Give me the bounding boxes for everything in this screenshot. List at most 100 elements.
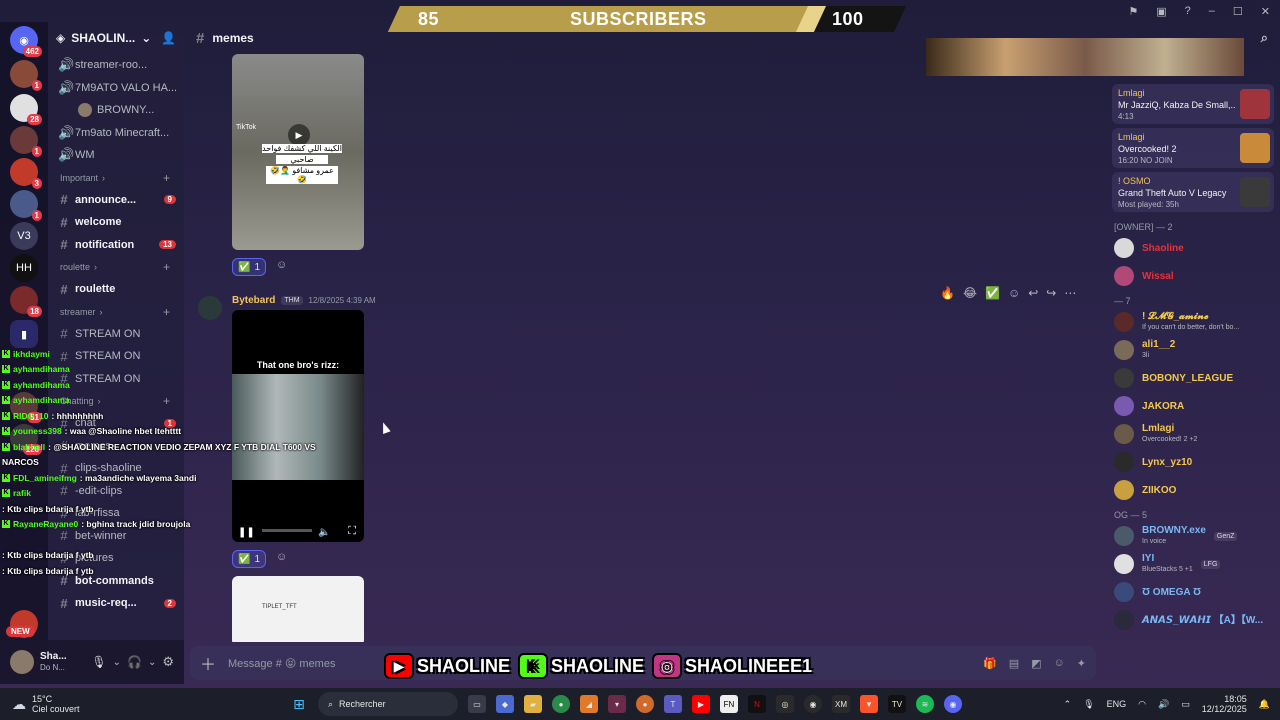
video-attachment[interactable]: TikTok ▶ الكينة اللي كشفك فواحد صاحبي عم… bbox=[232, 54, 364, 250]
server-icon[interactable]: 18 bbox=[10, 286, 42, 317]
mic-icon[interactable]: 🎙 bbox=[1083, 699, 1094, 710]
apps-icon[interactable]: ✦ bbox=[1077, 657, 1086, 670]
chevron-down-icon[interactable]: ⌄ bbox=[141, 31, 151, 45]
help-icon[interactable]: ? bbox=[1185, 5, 1191, 17]
text-channel[interactable]: # notification 13 bbox=[48, 234, 184, 257]
avatar[interactable] bbox=[198, 296, 222, 320]
taskbar-search[interactable]: ⌕ Rechercher bbox=[318, 692, 458, 716]
fn-icon[interactable]: FN bbox=[720, 695, 738, 713]
member-item[interactable]: Wissal bbox=[1106, 262, 1280, 290]
gear-icon[interactable]: ⚙ bbox=[162, 654, 174, 670]
gif-icon[interactable]: ▤ bbox=[1009, 657, 1019, 670]
add-channel-icon[interactable]: + bbox=[163, 171, 170, 185]
file-explorer-icon[interactable]: ▰ bbox=[524, 695, 542, 713]
chevron-down-icon[interactable]: ⌄ bbox=[148, 657, 156, 668]
add-member-icon[interactable]: 👤 bbox=[161, 31, 176, 45]
maximize-icon[interactable]: ☐ bbox=[1233, 5, 1243, 18]
flag-icon[interactable]: ⚑ bbox=[1128, 5, 1138, 18]
member-item[interactable]: IYI BlueStacks 5 +1 LFG bbox=[1106, 550, 1280, 578]
discord-icon[interactable]: ◉ bbox=[944, 695, 962, 713]
app-icon[interactable]: ▾ bbox=[608, 695, 626, 713]
copilot-icon[interactable]: ◆ bbox=[496, 695, 514, 713]
battery-icon[interactable]: ▭ bbox=[1181, 699, 1190, 710]
member-item[interactable]: ali1__2 3li bbox=[1106, 336, 1280, 364]
add-reaction-icon[interactable]: ☺ bbox=[1008, 286, 1020, 300]
member-item[interactable]: JAKORA bbox=[1106, 392, 1280, 420]
weather-widget[interactable]: ☁ 15°C Ciel couvert bbox=[0, 694, 260, 714]
teams-icon[interactable]: T bbox=[664, 695, 682, 713]
avatar[interactable] bbox=[10, 650, 34, 674]
author-name[interactable]: Bytebard bbox=[232, 295, 275, 306]
member-item[interactable]: Shaoline bbox=[1106, 234, 1280, 262]
fullscreen-icon[interactable]: ⛶ bbox=[348, 525, 356, 538]
server-icon[interactable]: 1 bbox=[10, 60, 42, 91]
server-icon[interactable]: 28 bbox=[10, 94, 42, 125]
app-icon[interactable]: ◎ bbox=[776, 695, 794, 713]
server-icon-v3[interactable]: V3 bbox=[10, 222, 38, 250]
text-channel[interactable]: # music-req... 2 bbox=[48, 592, 184, 615]
discord-home-icon[interactable]: ◉ 462 bbox=[10, 26, 42, 57]
activity-card[interactable]: ! OSMO Grand Theft Auto V Legacy Most play… bbox=[1112, 172, 1274, 212]
server-icon-hh[interactable]: HH bbox=[10, 254, 38, 282]
member-item[interactable]: Lynx_yz10 bbox=[1106, 448, 1280, 476]
youtube-icon[interactable]: ▶ bbox=[692, 695, 710, 713]
activity-card[interactable]: Lmlagi Mr JazziQ, Kabza De Small,... 4:13 bbox=[1112, 84, 1274, 124]
more-icon[interactable]: ⋯ bbox=[1064, 286, 1076, 300]
minimize-icon[interactable]: – bbox=[1209, 5, 1215, 17]
member-item[interactable]: ! 𝓛𝓜𝓖_𝓪𝓶𝓲𝓷𝓮 If you can't do better, don't… bbox=[1106, 308, 1280, 336]
chevron-up-icon[interactable]: ⌃ bbox=[1064, 699, 1072, 710]
reply-icon[interactable]: ↩ bbox=[1028, 286, 1038, 300]
quick-reaction-laugh[interactable]: 😂 bbox=[963, 286, 977, 300]
app-icon[interactable]: ● bbox=[636, 695, 654, 713]
add-reaction-icon[interactable]: ☺ bbox=[276, 259, 287, 271]
forward-icon[interactable]: ↪ bbox=[1046, 286, 1056, 300]
mic-icon[interactable]: 🎙 bbox=[91, 655, 106, 669]
reaction-check[interactable]: ✅ 1 bbox=[232, 258, 267, 276]
quick-reaction-check[interactable]: ✅ bbox=[985, 286, 1000, 300]
wifi-icon[interactable]: ◠ bbox=[1138, 699, 1146, 710]
activity-card[interactable]: Lmlagi Overcooked! 2 16:20 NO JOIN bbox=[1112, 128, 1274, 168]
server-icon[interactable]: 3 bbox=[10, 158, 42, 189]
server-icon[interactable]: 1 bbox=[10, 190, 42, 221]
voice-channel[interactable]: 🔊 7m9ato Minecraft... bbox=[48, 122, 184, 145]
text-channel[interactable]: # STREAM ON bbox=[48, 323, 184, 346]
member-item[interactable]: 𝘼𝙉𝘼𝙎_𝙒𝘼𝙃𝙄 【A】【W... bbox=[1106, 606, 1280, 634]
folder-icon[interactable]: ▮ bbox=[10, 320, 38, 348]
add-attachment-icon[interactable]: ＋ bbox=[200, 651, 216, 675]
clock[interactable]: 18:05 12/12/2025 bbox=[1202, 694, 1247, 714]
chrome-icon[interactable]: ● bbox=[552, 695, 570, 713]
app-icon[interactable]: ◢ bbox=[580, 695, 598, 713]
member-item[interactable]: ZIIKOO bbox=[1106, 476, 1280, 504]
xm-icon[interactable]: XM bbox=[832, 695, 850, 713]
add-channel-icon[interactable]: + bbox=[163, 260, 170, 274]
tradingview-icon[interactable]: TV bbox=[888, 695, 906, 713]
task-view-icon[interactable]: ▭ bbox=[468, 695, 486, 713]
message-input[interactable]: Message # 😝 memes bbox=[228, 657, 335, 670]
volume-icon[interactable]: 🔊 bbox=[1158, 699, 1169, 710]
gift-icon[interactable]: 🎁 bbox=[983, 657, 997, 670]
voice-user[interactable]: BROWNY... bbox=[48, 99, 184, 122]
voice-channel[interactable]: 🔊 streamer-roo... bbox=[48, 54, 184, 77]
voice-channel[interactable]: 🔊 7M9ATO VALO HA... bbox=[48, 77, 184, 100]
chevron-down-icon[interactable]: ⌄ bbox=[113, 657, 121, 668]
add-channel-icon[interactable]: + bbox=[163, 305, 170, 319]
server-icon[interactable]: 1 bbox=[10, 126, 42, 157]
voice-channel[interactable]: 🔊 WM bbox=[48, 144, 184, 167]
server-header[interactable]: ◈ SHAOLIN... ⌄ 👤 bbox=[48, 22, 184, 54]
channel-category[interactable]: Important › + bbox=[48, 167, 184, 189]
text-channel[interactable]: # roulette bbox=[48, 278, 184, 301]
text-channel[interactable]: # announce... 9 bbox=[48, 189, 184, 212]
monitor-icon[interactable]: ▣ bbox=[1156, 5, 1166, 18]
windows-start-icon[interactable]: ⊞ bbox=[290, 695, 308, 713]
sticker-icon[interactable]: ◩ bbox=[1031, 657, 1041, 670]
member-item[interactable]: Ʊ OMEGA Ʊ bbox=[1106, 578, 1280, 606]
text-channel[interactable]: # welcome bbox=[48, 211, 184, 234]
netflix-icon[interactable]: N bbox=[748, 695, 766, 713]
member-item[interactable]: BROWNY.exe In voice GenZ bbox=[1106, 522, 1280, 550]
channel-category[interactable]: roulette › + bbox=[48, 256, 184, 278]
close-icon[interactable]: ✕ bbox=[1261, 5, 1270, 18]
channel-category[interactable]: streamer › + bbox=[48, 301, 184, 323]
spotify-icon[interactable]: ≋ bbox=[916, 695, 934, 713]
emoji-icon[interactable]: ☺ bbox=[1054, 657, 1065, 669]
headphones-icon[interactable]: 🎧 bbox=[127, 655, 142, 669]
